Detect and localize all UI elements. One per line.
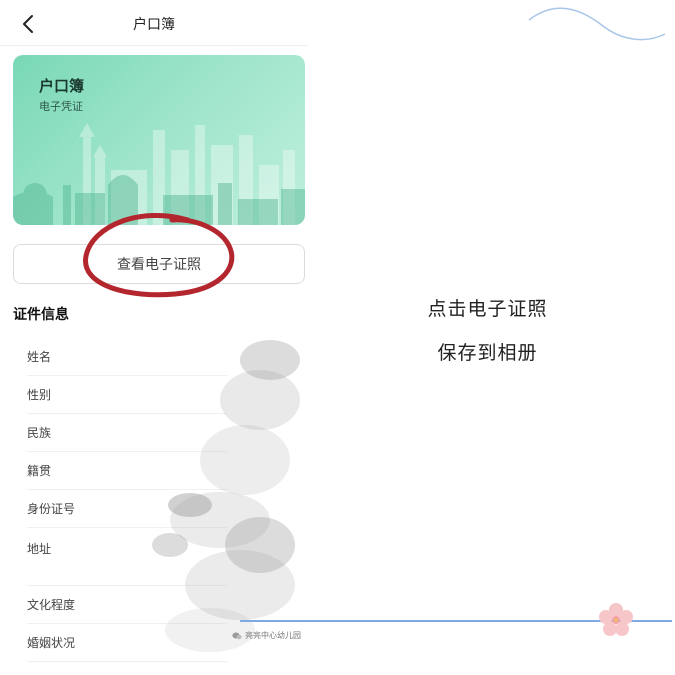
info-row-marital-status: 婚姻状况 bbox=[27, 624, 227, 662]
info-row-name: 姓名 bbox=[27, 338, 227, 376]
instruction-line-2: 保存到相册 bbox=[437, 342, 538, 364]
wechat-icon bbox=[232, 632, 242, 639]
info-row-ethnicity: 民族 bbox=[27, 414, 227, 452]
navbar: 户口簿 bbox=[0, 0, 308, 46]
info-row-native-place: 籍贯 bbox=[27, 452, 227, 490]
flower-icon bbox=[599, 603, 633, 636]
instruction-line-1: 点击电子证照 bbox=[427, 298, 548, 320]
decorative-wave bbox=[528, 7, 666, 41]
household-register-card[interactable]: 户口簿 电子凭证 bbox=[13, 55, 305, 225]
page-title: 户口簿 bbox=[133, 17, 175, 33]
info-row-id-number: 身份证号 bbox=[27, 490, 227, 528]
phone-screenshot: 户口簿 户口簿 电子凭证 查看电子证照 证件信息 姓名 性别 民族 籍贯 身份证… bbox=[0, 0, 308, 675]
card-subtitle: 电子凭证 bbox=[39, 100, 83, 113]
info-row-education: 文化程度 bbox=[27, 586, 227, 624]
watermark: 亮亮中心幼儿园 bbox=[232, 630, 301, 641]
watermark-text: 亮亮中心幼儿园 bbox=[245, 631, 301, 640]
section-title: 证件信息 bbox=[13, 307, 69, 323]
view-e-certificate-button[interactable]: 查看电子证照 bbox=[13, 244, 305, 284]
city-skyline-illustration bbox=[13, 123, 305, 225]
card-title: 户口簿 bbox=[39, 77, 85, 95]
info-row-gender: 性别 bbox=[27, 376, 227, 414]
info-row-address: 地址 bbox=[27, 528, 227, 586]
